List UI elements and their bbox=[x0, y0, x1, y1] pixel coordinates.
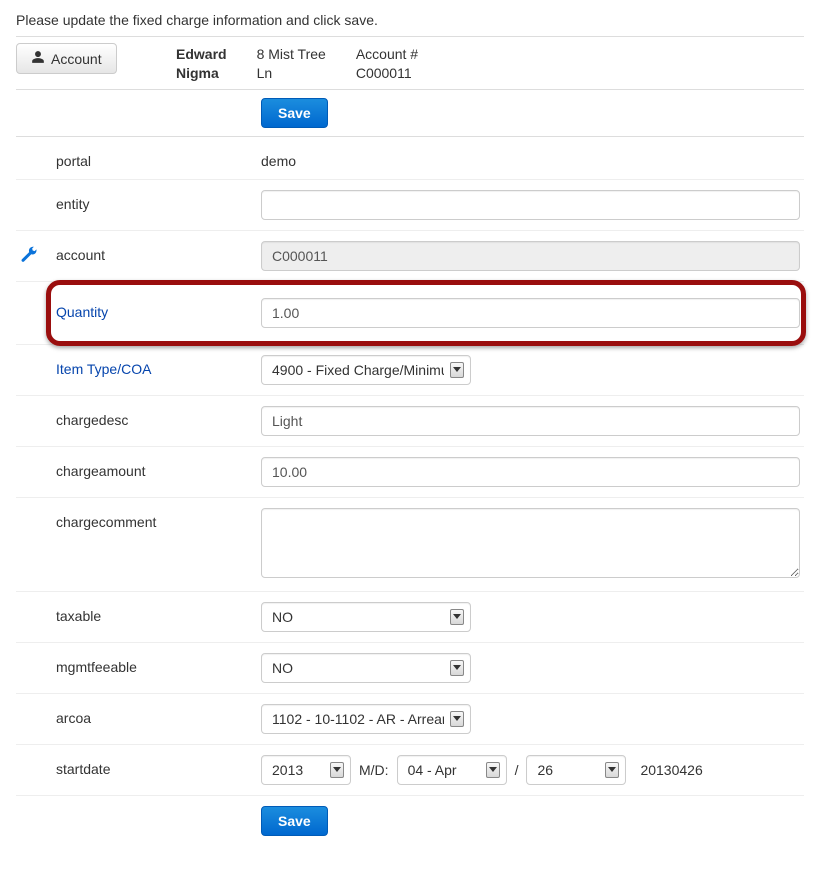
row-entity: entity bbox=[16, 180, 804, 231]
label-mgmtfeeable: mgmtfeeable bbox=[56, 653, 261, 675]
label-entity: entity bbox=[56, 190, 261, 212]
arcoa-selected: 1102 - 10-1102 - AR - Arrears bbox=[272, 711, 444, 727]
row-chargecomment: chargecomment bbox=[16, 498, 804, 592]
account-button[interactable]: Account bbox=[16, 43, 117, 74]
quantity-input[interactable] bbox=[261, 298, 800, 328]
account-name: Edward Nigma bbox=[176, 45, 227, 83]
chevron-down-icon bbox=[450, 609, 464, 625]
account-number-value: C000011 bbox=[356, 65, 412, 81]
taxable-selected: NO bbox=[272, 609, 293, 625]
account-address: 8 Mist Tree Ln bbox=[257, 45, 326, 83]
itemtype-select[interactable]: 4900 - Fixed Charge/Minimum bbox=[261, 355, 471, 385]
label-chargecomment: chargecomment bbox=[56, 508, 261, 530]
label-account: account bbox=[56, 241, 261, 263]
page-instruction: Please update the fixed charge informati… bbox=[16, 12, 804, 36]
chevron-down-icon bbox=[450, 362, 464, 378]
row-account: account bbox=[16, 231, 804, 282]
account-number-label: Account # bbox=[356, 46, 418, 62]
startdate-year: 2013 bbox=[272, 762, 303, 778]
startdate-day-select[interactable]: 26 bbox=[526, 755, 626, 785]
name-line2: Nigma bbox=[176, 65, 219, 81]
label-chargeamount: chargeamount bbox=[56, 457, 261, 479]
user-icon bbox=[31, 50, 45, 67]
row-portal: portal demo bbox=[16, 137, 804, 180]
mgmtfeeable-select[interactable]: NO bbox=[261, 653, 471, 683]
startdate-month-select[interactable]: 04 - Apr bbox=[397, 755, 507, 785]
account-button-label: Account bbox=[51, 51, 102, 67]
row-startdate: startdate 2013 M/D: 04 - Apr / 26 201304… bbox=[16, 745, 804, 796]
save-row-bottom: Save bbox=[16, 796, 804, 846]
mgmtfeeable-selected: NO bbox=[272, 660, 293, 676]
label-quantity[interactable]: Quantity bbox=[56, 304, 108, 320]
row-chargedesc: chargedesc bbox=[16, 396, 804, 447]
address-line1: 8 Mist Tree bbox=[257, 46, 326, 62]
save-button-top[interactable]: Save bbox=[261, 98, 328, 128]
label-itemtype[interactable]: Item Type/COA bbox=[56, 361, 151, 377]
startdate-summary: 20130426 bbox=[634, 762, 702, 778]
value-portal: demo bbox=[261, 147, 800, 169]
chevron-down-icon bbox=[450, 660, 464, 676]
wrench-icon[interactable] bbox=[20, 250, 38, 266]
row-mgmtfeeable: mgmtfeeable NO bbox=[16, 643, 804, 694]
startdate-slash: / bbox=[515, 762, 519, 778]
taxable-select[interactable]: NO bbox=[261, 602, 471, 632]
account-header: Account Edward Nigma 8 Mist Tree Ln Acco… bbox=[16, 36, 804, 90]
save-button-bottom[interactable]: Save bbox=[261, 806, 328, 836]
account-number-block: Account # C000011 bbox=[356, 45, 418, 83]
chargedesc-input[interactable] bbox=[261, 406, 800, 436]
startdate-month: 04 - Apr bbox=[408, 762, 457, 778]
arcoa-select[interactable]: 1102 - 10-1102 - AR - Arrears bbox=[261, 704, 471, 734]
chargecomment-textarea[interactable] bbox=[261, 508, 800, 578]
row-quantity: Quantity bbox=[16, 282, 804, 345]
row-chargeamount: chargeamount bbox=[16, 447, 804, 498]
save-row-top: Save bbox=[16, 90, 804, 137]
address-line2: Ln bbox=[257, 65, 273, 81]
row-taxable: taxable NO bbox=[16, 592, 804, 643]
label-portal: portal bbox=[56, 147, 261, 169]
label-taxable: taxable bbox=[56, 602, 261, 624]
itemtype-selected: 4900 - Fixed Charge/Minimum bbox=[272, 362, 444, 378]
label-startdate: startdate bbox=[56, 755, 261, 777]
chevron-down-icon bbox=[450, 711, 464, 727]
row-arcoa: arcoa 1102 - 10-1102 - AR - Arrears bbox=[16, 694, 804, 745]
chevron-down-icon bbox=[330, 762, 344, 778]
startdate-md-label: M/D: bbox=[359, 762, 389, 778]
chargeamount-input[interactable] bbox=[261, 457, 800, 487]
name-line1: Edward bbox=[176, 46, 227, 62]
chevron-down-icon bbox=[605, 762, 619, 778]
label-chargedesc: chargedesc bbox=[56, 406, 261, 428]
row-itemtype: Item Type/COA 4900 - Fixed Charge/Minimu… bbox=[16, 345, 804, 396]
chevron-down-icon bbox=[486, 762, 500, 778]
startdate-day: 26 bbox=[537, 762, 553, 778]
account-input bbox=[261, 241, 800, 271]
startdate-year-select[interactable]: 2013 bbox=[261, 755, 351, 785]
entity-input[interactable] bbox=[261, 190, 800, 220]
label-arcoa: arcoa bbox=[56, 704, 261, 726]
